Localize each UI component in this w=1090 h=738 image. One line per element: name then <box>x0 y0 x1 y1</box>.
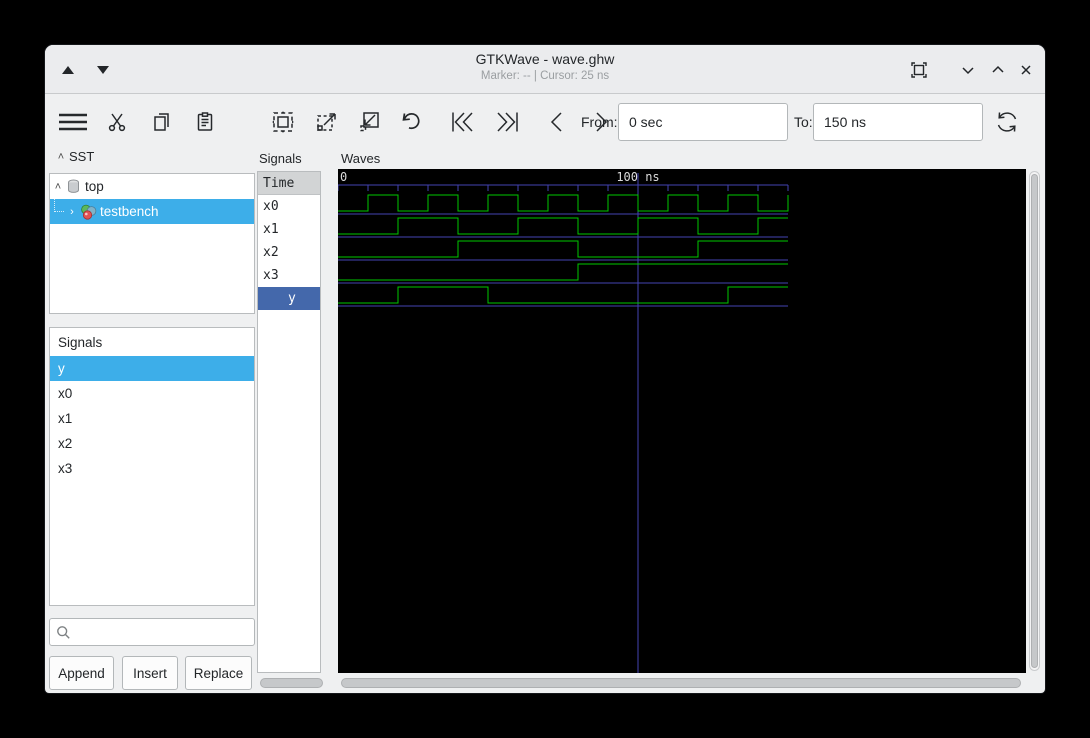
paste-button[interactable] <box>186 103 224 141</box>
list-item[interactable]: x1 <box>50 406 254 431</box>
cut-button[interactable] <box>98 103 136 141</box>
time-header[interactable]: Time <box>258 172 320 195</box>
tree-item-label: top <box>85 179 104 194</box>
signal-name-row[interactable]: x2 <box>258 241 320 264</box>
close-icon <box>1021 65 1031 75</box>
signal-name-row[interactable]: x3 <box>258 264 320 287</box>
zoom-in-button[interactable] <box>308 103 346 141</box>
sst-expander-row[interactable]: ˄ SST <box>53 149 95 164</box>
signal-name-row[interactable]: x0 <box>258 195 320 218</box>
signal-name-row[interactable]: y <box>258 287 320 310</box>
names-column: Time x0 x1 x2 x3 y <box>257 171 321 673</box>
reload-button[interactable] <box>988 103 1026 141</box>
signal-name-row[interactable]: x1 <box>258 218 320 241</box>
window-title: GTKWave - wave.ghw <box>475 51 615 67</box>
tree-guide-line <box>54 199 64 212</box>
names-frame-label: Signals <box>259 151 302 166</box>
to-label: To: <box>794 114 813 130</box>
instance-icon <box>81 204 97 220</box>
skip-to-end-icon <box>497 112 518 132</box>
skip-to-end-button[interactable] <box>489 103 527 141</box>
minimize-button[interactable] <box>955 57 981 83</box>
waveform-plot: 0 100 ns <box>337 170 789 673</box>
from-label: From: <box>581 114 618 130</box>
sst-tree: ˄ top › testbench <box>49 173 255 314</box>
sst-expander-icon: ˄ <box>57 150 65 163</box>
svg-text:0: 0 <box>340 170 347 184</box>
zoom-fit-button[interactable] <box>264 103 302 141</box>
fullscreen-button[interactable] <box>906 57 932 83</box>
expanded-chevron-icon[interactable]: ˄ <box>50 181 66 193</box>
tree-item-top[interactable]: ˄ top <box>50 174 254 199</box>
to-input[interactable] <box>813 103 983 141</box>
copy-icon <box>154 113 169 131</box>
chevron-up-icon <box>992 65 1004 73</box>
signal-browser-header: Signals <box>58 334 103 350</box>
signal-browser: Signals y x0 x1 x2 x3 <box>49 327 255 606</box>
tree-item-label: testbench <box>100 204 159 219</box>
wave-horizontal-scrollbar-thumb[interactable] <box>341 678 1021 688</box>
names-horizontal-scrollbar[interactable] <box>259 676 325 690</box>
pane-splitter-names-waves[interactable] <box>323 151 336 691</box>
names-horizontal-scrollbar-thumb[interactable] <box>260 678 323 688</box>
menu-icon <box>59 113 87 131</box>
undo-button[interactable] <box>392 103 430 141</box>
waves-frame-label: Waves <box>341 151 381 166</box>
from-input[interactable] <box>618 103 788 141</box>
tree-item-testbench[interactable]: › testbench <box>50 199 254 224</box>
chevron-left-icon <box>550 112 562 132</box>
zoom-out-button[interactable] <box>351 103 389 141</box>
wave-horizontal-scrollbar[interactable] <box>338 676 1026 690</box>
list-item[interactable]: y <box>50 356 254 381</box>
copy-button[interactable] <box>143 103 181 141</box>
svg-text:100 ns: 100 ns <box>616 170 659 184</box>
collapsed-chevron-icon[interactable]: › <box>64 206 80 218</box>
search-input[interactable] <box>71 624 254 640</box>
insert-button[interactable]: Insert <box>122 656 178 690</box>
replace-button[interactable]: Replace <box>185 656 252 690</box>
paste-icon <box>197 112 213 131</box>
wave-canvas[interactable]: 0 100 ns <box>337 169 1026 673</box>
zoom-fit-icon <box>272 111 294 133</box>
step-back-button[interactable] <box>538 103 576 141</box>
sst-label: SST <box>69 149 95 164</box>
titlebar[interactable]: GTKWave - wave.ghw Marker: -- | Cursor: … <box>45 45 1045 94</box>
signal-search <box>49 618 255 646</box>
skip-to-start-button[interactable] <box>443 103 481 141</box>
list-item[interactable]: x0 <box>50 381 254 406</box>
wave-vertical-scrollbar-thumb[interactable] <box>1031 174 1038 668</box>
zoom-in-icon <box>317 113 336 131</box>
window-status-line: Marker: -- | Cursor: 25 ns <box>480 70 610 82</box>
chevron-down-icon <box>962 67 974 75</box>
fullscreen-icon <box>911 62 927 78</box>
list-item[interactable]: x3 <box>50 456 254 481</box>
list-item[interactable]: x2 <box>50 431 254 456</box>
wave-vertical-scrollbar[interactable] <box>1029 171 1040 671</box>
zoom-out-icon <box>360 112 379 132</box>
undo-icon <box>402 113 420 130</box>
module-icon <box>68 179 79 193</box>
skip-to-start-icon <box>452 112 473 132</box>
search-icon <box>57 625 70 639</box>
reload-icon <box>997 112 1017 132</box>
close-button[interactable] <box>1013 57 1039 83</box>
maximize-button[interactable] <box>985 57 1011 83</box>
menu-button[interactable] <box>54 103 92 141</box>
append-button[interactable]: Append <box>49 656 114 690</box>
gtkwave-window: GTKWave - wave.ghw Marker: -- | Cursor: … <box>44 44 1046 694</box>
desktop-background: GTKWave - wave.ghw Marker: -- | Cursor: … <box>0 0 1090 738</box>
cut-icon <box>108 113 126 132</box>
